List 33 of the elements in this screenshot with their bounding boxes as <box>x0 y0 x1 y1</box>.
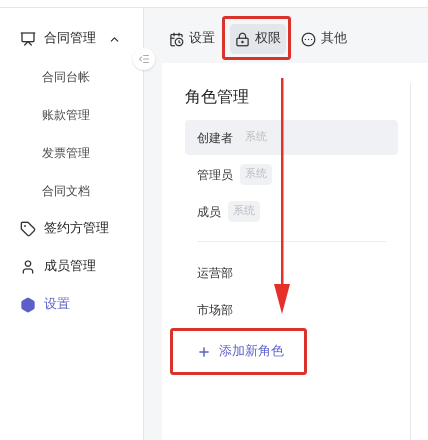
toolbar-tab[interactable]: 设置 <box>164 24 220 54</box>
role-name: 管理员 <box>197 166 233 184</box>
system-tag: 系统 <box>228 201 260 222</box>
toolbar-tab[interactable]: 权限 <box>230 24 286 54</box>
more-icon <box>301 32 316 46</box>
sidebar-subitem[interactable]: 合同台帐 <box>0 58 143 96</box>
role-item[interactable]: 成员 系统 <box>185 194 398 229</box>
sidebar-subitem[interactable]: 账款管理 <box>0 96 143 134</box>
toolbar-tab[interactable]: 其他 <box>296 24 352 54</box>
panel-title: 角色管理 <box>185 86 250 108</box>
sidebar-subitem[interactable]: 合同文档 <box>0 172 143 210</box>
plus-icon <box>197 345 211 359</box>
role-item[interactable]: 运营部 <box>185 254 398 291</box>
collapse-icon <box>138 53 150 65</box>
add-role-button[interactable]: 添加新角色 <box>185 333 284 371</box>
calendar-clock-icon <box>169 32 184 46</box>
monitor-icon <box>20 31 36 47</box>
sidebar-subitem[interactable]: 发票管理 <box>0 134 143 172</box>
role-item[interactable]: 管理员 系统 <box>185 157 398 192</box>
role-name: 创建者 <box>197 130 233 146</box>
sidebar-item[interactable]: 签约方管理 <box>0 210 143 248</box>
sidebar-item[interactable]: 成员管理 <box>0 248 143 286</box>
role-item[interactable]: 市场部 <box>185 291 398 328</box>
tag-icon <box>20 221 36 237</box>
collapse-button[interactable] <box>133 48 155 70</box>
role-name: 成员 <box>197 204 221 220</box>
lock-icon <box>235 32 250 46</box>
person-icon <box>20 259 36 275</box>
highlight-frame <box>222 16 291 60</box>
role-item[interactable]: 创建者 系统 <box>185 120 398 155</box>
system-tag: 系统 <box>240 164 272 185</box>
sidebar-item[interactable]: 合同管理 <box>0 20 143 58</box>
sidebar-item[interactable]: 设置 <box>0 286 143 324</box>
